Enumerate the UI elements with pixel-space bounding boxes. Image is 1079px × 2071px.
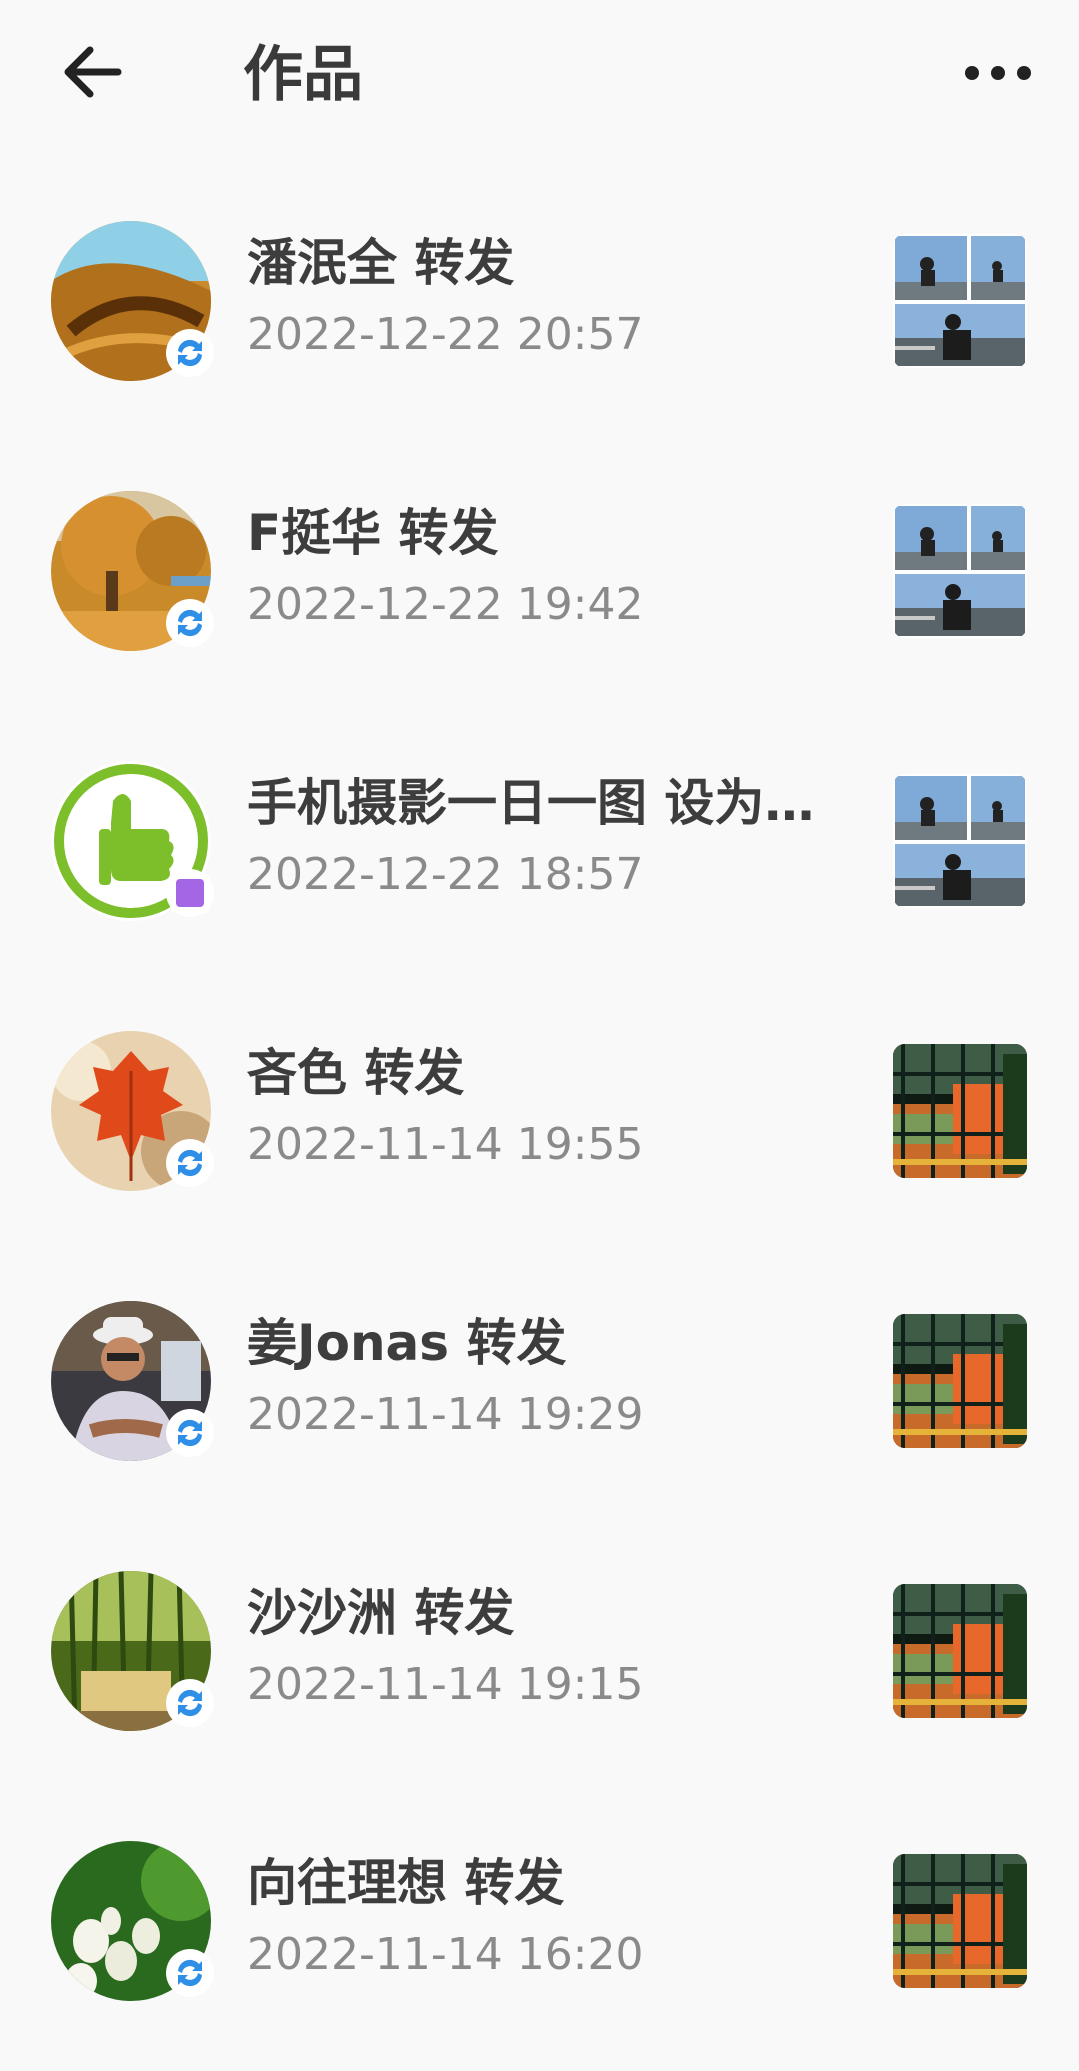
more-options-button[interactable] [958, 38, 1038, 108]
list-item[interactable]: 向往理想 转发 2022-11-14 16:20 [0, 1820, 1079, 2020]
list-item[interactable]: 手机摄影一日一图 设为… 2022-12-22 18:57 [0, 740, 1079, 940]
work-thumbnail[interactable] [893, 774, 1027, 908]
repost-icon [166, 329, 214, 377]
list-item[interactable]: 沙沙洲 转发 2022-11-14 19:15 [0, 1550, 1079, 1750]
list-item[interactable]: F挺华 转发 2022-12-22 19:42 [0, 470, 1079, 670]
item-timestamp: 2022-12-22 19:42 [247, 579, 644, 630]
work-thumbnail[interactable] [893, 504, 1027, 638]
item-title: 手机摄影一日一图 设为… [247, 774, 815, 832]
work-thumbnail[interactable] [893, 1044, 1027, 1178]
more-horizontal-icon [965, 66, 1031, 80]
page-title: 作品 [243, 40, 363, 110]
item-timestamp: 2022-11-14 19:29 [247, 1389, 644, 1440]
work-thumbnail[interactable] [893, 234, 1027, 368]
item-title: F挺华 转发 [247, 504, 499, 562]
item-timestamp: 2022-12-22 18:57 [247, 849, 644, 900]
item-title: 沙沙洲 转发 [247, 1584, 515, 1642]
top-app-bar: 作品 [0, 0, 1079, 150]
item-title: 潘泯全 转发 [247, 234, 515, 292]
item-timestamp: 2022-11-14 16:20 [247, 1929, 644, 1980]
work-thumbnail[interactable] [893, 1854, 1027, 1988]
purple-square-icon [166, 869, 214, 917]
list-item[interactable]: 吝色 转发 2022-11-14 19:55 [0, 1010, 1079, 1210]
work-thumbnail[interactable] [893, 1584, 1027, 1718]
item-title: 向往理想 转发 [247, 1854, 565, 1912]
list-item[interactable]: 姜Jonas 转发 2022-11-14 19:29 [0, 1280, 1079, 1480]
item-timestamp: 2022-11-14 19:15 [247, 1659, 644, 1710]
item-title: 吝色 转发 [247, 1044, 465, 1102]
repost-icon [166, 1679, 214, 1727]
repost-icon [166, 1409, 214, 1457]
item-timestamp: 2022-11-14 19:55 [247, 1119, 644, 1170]
back-button[interactable] [56, 32, 136, 112]
list-item[interactable]: 潘泯全 转发 2022-12-22 20:57 [0, 200, 1079, 400]
item-title: 姜Jonas 转发 [247, 1314, 567, 1372]
repost-icon [166, 1949, 214, 1997]
repost-icon [166, 1139, 214, 1187]
work-thumbnail[interactable] [893, 1314, 1027, 1448]
arrow-left-icon [64, 46, 122, 98]
repost-icon [166, 599, 214, 647]
item-timestamp: 2022-12-22 20:57 [247, 309, 644, 360]
